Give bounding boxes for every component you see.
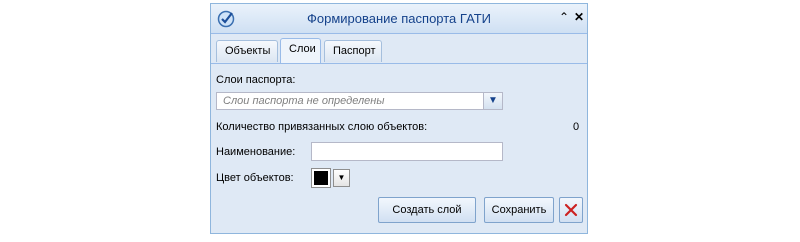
close-icon[interactable]: ✕	[572, 10, 586, 24]
save-button[interactable]: Сохранить	[484, 197, 554, 223]
delete-icon	[564, 203, 578, 217]
name-label: Наименование:	[216, 146, 296, 158]
tab-objects[interactable]: Объекты	[216, 40, 278, 62]
delete-button[interactable]	[559, 197, 583, 223]
color-picker[interactable]: ▼	[311, 168, 353, 188]
linked-count-label: Количество привязанных слою объектов:	[216, 121, 428, 133]
layers-combobox[interactable]: Слои паспорта не определены ▼	[216, 92, 503, 110]
tab-strip: Объекты Слои Паспорт	[211, 34, 587, 64]
dropdown-arrow-icon[interactable]: ▼	[483, 93, 502, 109]
chevron-down-icon[interactable]: ▼	[333, 169, 350, 187]
create-layer-button[interactable]: Создать слой	[378, 197, 476, 223]
tab-layers[interactable]: Слои	[280, 38, 321, 63]
name-field[interactable]	[311, 142, 503, 161]
layers-combobox-value: Слои паспорта не определены	[223, 95, 385, 107]
color-swatch[interactable]	[311, 168, 331, 188]
tab-passport[interactable]: Паспорт	[324, 40, 382, 62]
color-label: Цвет объектов:	[216, 172, 294, 184]
collapse-icon[interactable]: ⌃	[557, 10, 571, 24]
passport-window: Формирование паспорта ГАТИ ⌃ ✕ Объекты С…	[210, 3, 588, 234]
linked-count-value: 0	[573, 121, 580, 133]
window-title: Формирование паспорта ГАТИ	[306, 11, 492, 26]
tab-panel-layers: Слои паспорта: Слои паспорта не определе…	[211, 64, 587, 233]
layers-label: Слои паспорта:	[216, 74, 296, 86]
window-titlebar[interactable]: Формирование паспорта ГАТИ ⌃ ✕	[211, 4, 587, 34]
